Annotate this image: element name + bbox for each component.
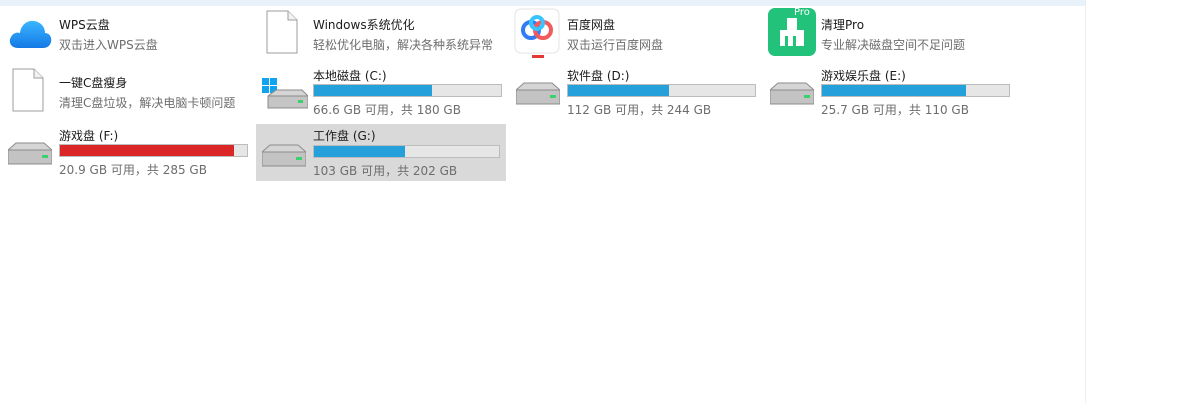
app-wps-cloud[interactable]: WPS云盘 双击进入WPS云盘	[4, 6, 254, 60]
right-blank-area	[1086, 0, 1191, 403]
app-windows-optimize[interactable]: Windows系统优化 轻松优化电脑，解决各种系统异常	[258, 6, 508, 60]
drive-usage-bar	[313, 145, 500, 158]
pro-badge: Pro	[794, 7, 810, 18]
drive-usage-fill	[60, 145, 234, 156]
app-desc: 双击运行百度网盘	[567, 38, 664, 52]
drive-usage-fill	[568, 85, 669, 96]
drive-usage-text: 25.7 GB 可用，共 110 GB	[821, 103, 969, 117]
app-name: 一键C盘瘦身	[59, 76, 128, 90]
drive-e[interactable]: 游戏娱乐盘 (E:) 25.7 GB 可用，共 110 GB	[766, 64, 1016, 118]
app-desc: 双击进入WPS云盘	[59, 38, 158, 52]
hard-drive-icon	[262, 144, 306, 170]
drive-usage-bar	[567, 84, 756, 97]
blank-document-icon	[266, 10, 298, 54]
drive-usage-text: 20.9 GB 可用，共 285 GB	[59, 163, 207, 177]
drive-name: 软件盘 (D:)	[567, 69, 630, 83]
app-desc: 专业解决磁盘空间不足问题	[821, 38, 966, 52]
app-name: Windows系统优化	[313, 18, 415, 32]
drive-usage-bar	[313, 84, 502, 97]
baidu-netdisk-icon	[514, 8, 560, 58]
drive-g[interactable]: 工作盘 (G:) 103 GB 可用，共 202 GB	[256, 124, 506, 181]
drive-usage-bar	[821, 84, 1010, 97]
drive-usage-text: 112 GB 可用，共 244 GB	[567, 103, 712, 117]
drive-usage-bar	[59, 144, 248, 157]
app-cleaner-pro[interactable]: Pro 清理Pro 专业解决磁盘空间不足问题	[766, 6, 1016, 60]
windows-drive-icon	[262, 78, 308, 114]
drive-f[interactable]: 游戏盘 (F:) 20.9 GB 可用，共 285 GB	[4, 124, 254, 178]
drive-name: 本地磁盘 (C:)	[313, 69, 387, 83]
drive-usage-text: 66.6 GB 可用，共 180 GB	[313, 103, 461, 117]
hard-drive-icon	[770, 82, 814, 108]
drive-d[interactable]: 软件盘 (D:) 112 GB 可用，共 244 GB	[512, 64, 762, 118]
app-name: 清理Pro	[821, 18, 865, 32]
drive-usage-fill	[314, 146, 405, 157]
drive-name: 工作盘 (G:)	[313, 129, 376, 143]
drive-c[interactable]: 本地磁盘 (C:) 66.6 GB 可用，共 180 GB	[258, 64, 508, 118]
drive-usage-text: 103 GB 可用，共 202 GB	[313, 164, 458, 178]
app-name: WPS云盘	[59, 18, 110, 32]
hard-drive-icon	[8, 142, 52, 168]
app-desc: 清理C盘垃圾，解决电脑卡顿问题	[59, 96, 236, 110]
app-c-slim[interactable]: 一键C盘瘦身 清理C盘垃圾，解决电脑卡顿问题	[4, 64, 254, 118]
drive-usage-fill	[314, 85, 432, 96]
wps-cloud-icon	[8, 14, 52, 50]
app-desc: 轻松优化电脑，解决各种系统异常	[313, 38, 494, 52]
hard-drive-icon	[516, 82, 560, 108]
drive-usage-fill	[822, 85, 966, 96]
drive-name: 游戏娱乐盘 (E:)	[821, 69, 906, 83]
drive-name: 游戏盘 (F:)	[59, 129, 119, 143]
app-baidu-netdisk[interactable]: 百度网盘 双击运行百度网盘	[512, 6, 762, 60]
app-name: 百度网盘	[567, 18, 616, 32]
blank-document-icon	[12, 68, 44, 112]
